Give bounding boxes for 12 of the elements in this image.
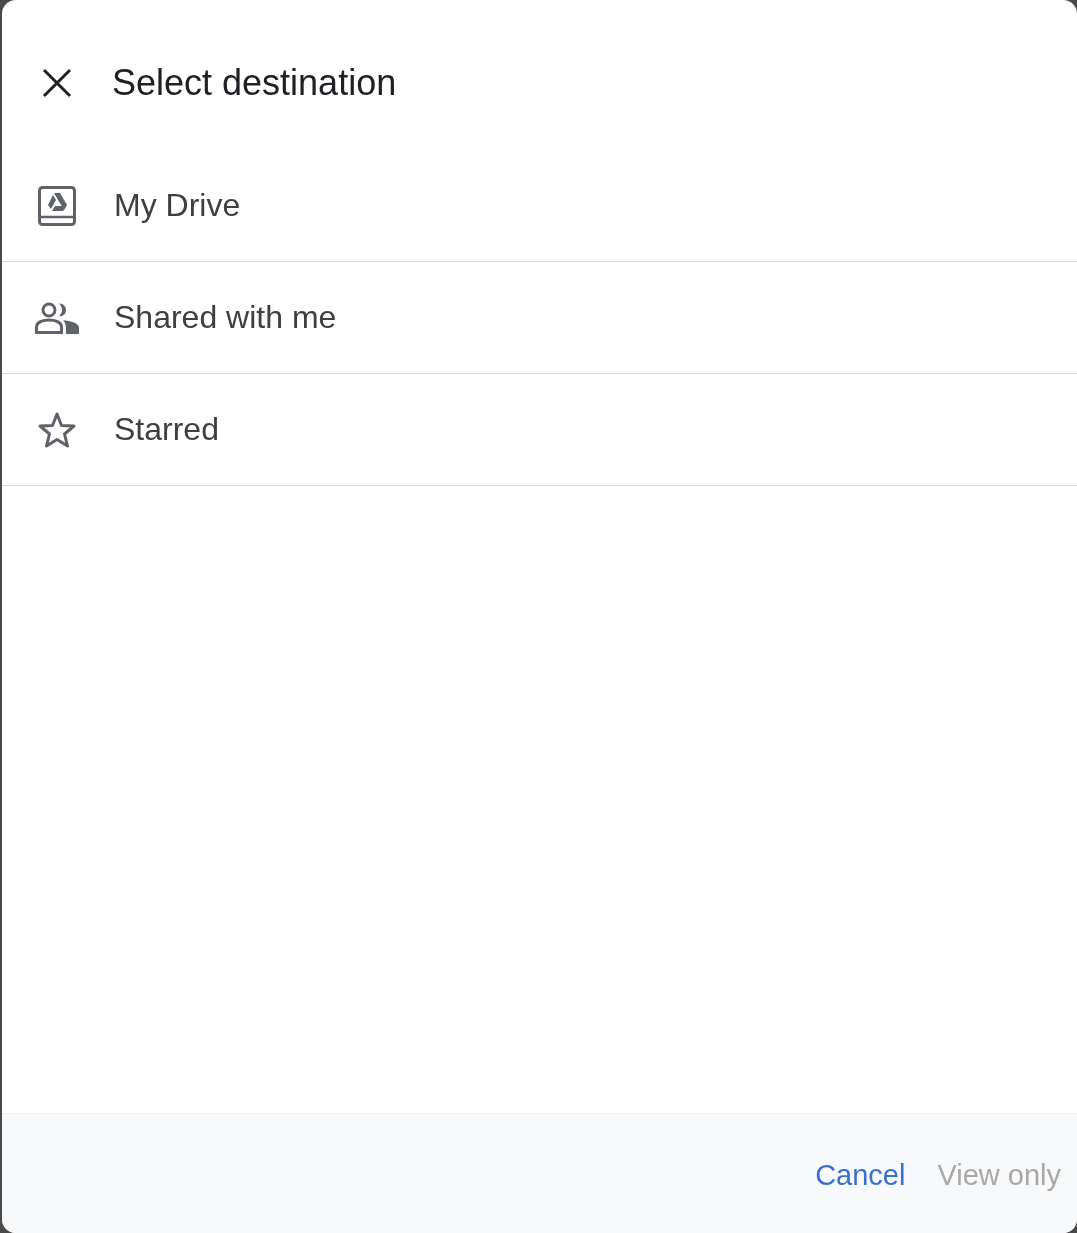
- destination-label: Starred: [114, 411, 219, 448]
- cancel-button[interactable]: Cancel: [799, 1151, 922, 1200]
- people-icon: [35, 301, 79, 334]
- destination-label: Shared with me: [114, 299, 337, 336]
- destination-label: My Drive: [114, 187, 241, 224]
- destination-item[interactable]: Shared with me: [2, 262, 1077, 374]
- star-icon: [37, 410, 77, 449]
- close-icon: [42, 68, 72, 98]
- dialog-title: Select destination: [112, 62, 397, 104]
- drive-icon: [38, 185, 76, 226]
- destination-item[interactable]: My Drive: [2, 150, 1077, 262]
- destination-item[interactable]: Starred: [2, 374, 1077, 486]
